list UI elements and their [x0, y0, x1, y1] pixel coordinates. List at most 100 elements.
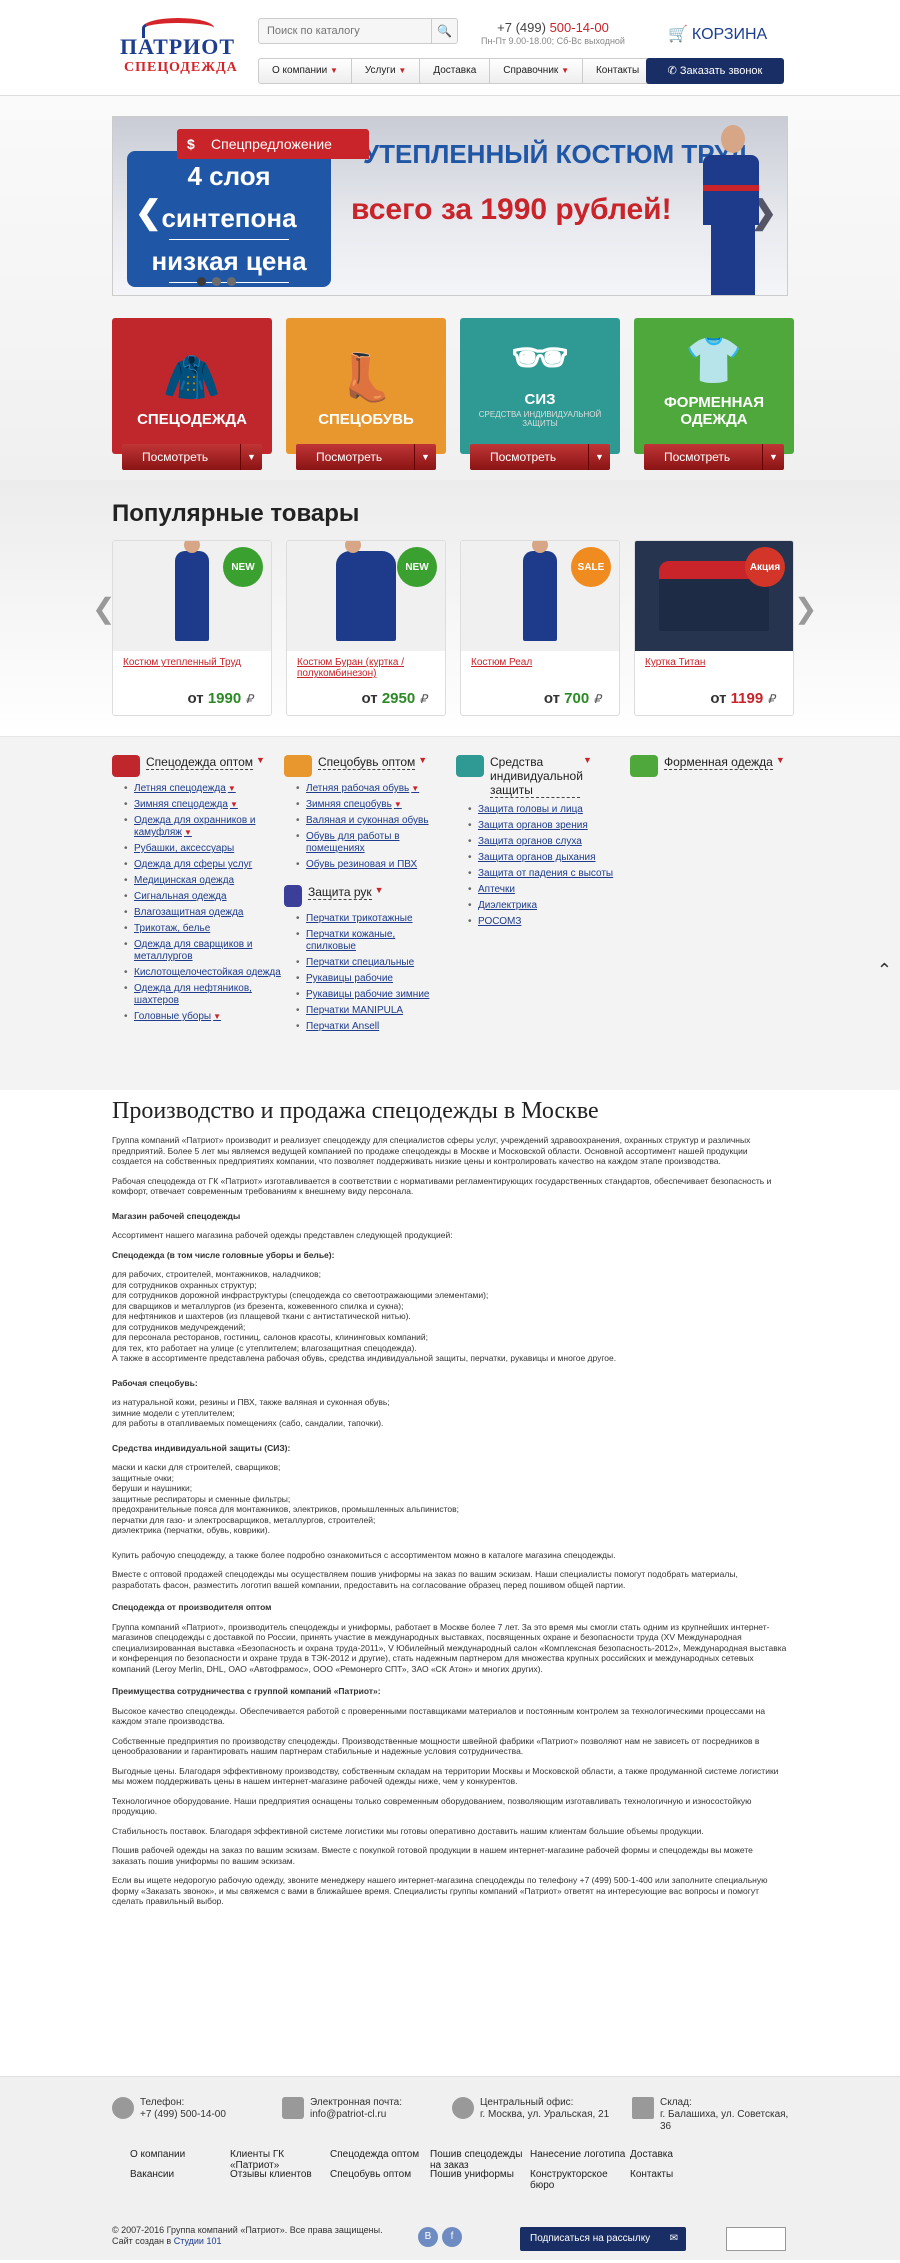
logo[interactable]: ПАТРИОТ СПЕЦОДЕЖДА [112, 16, 237, 78]
catalog-link[interactable]: Зимняя спецобувь▼ [296, 799, 444, 811]
footer-link[interactable]: Спецобувь оптом [330, 2169, 430, 2191]
catalog-link[interactable]: Кислотощелочестойкая одежда [124, 967, 282, 979]
search-input[interactable] [259, 19, 429, 43]
footer-link[interactable]: Спецодежда оптом [330, 2149, 430, 2171]
view-button[interactable]: Посмотреть ▼ [470, 444, 610, 470]
catalog-link[interactable]: Защита органов дыхания [468, 852, 616, 864]
catalog-link[interactable]: Защита органов зрения [468, 820, 616, 832]
list-line: диэлектрика (перчатки, обувь, коврики). [112, 1525, 270, 1535]
category-workwear[interactable]: 🧥 СПЕЦОДЕЖДА Посмотреть ▼ [112, 318, 272, 470]
catalog-link[interactable]: Защита от падения с высоты [468, 868, 616, 880]
category-ppe[interactable]: 🕶 СИЗ СРЕДСТВА ИНДИВИДУАЛЬНОЙ ЗАЩИТЫ Посмо… [460, 318, 620, 470]
catalog-link[interactable]: Летняя спецодежда▼ [124, 783, 282, 795]
view-button[interactable]: Посмотреть ▼ [644, 444, 784, 470]
catalog-link[interactable]: Рубашки, аксессуары [124, 843, 282, 855]
catalog-link[interactable]: Перчатки трикотажные [296, 913, 444, 925]
category-footwear[interactable]: 👢 СПЕЦОБУВЬ Посмотреть ▼ [286, 318, 446, 470]
studio-link[interactable]: Студии 101 [174, 2236, 222, 2246]
catalog-link[interactable]: Головные уборы▼ [124, 1011, 282, 1023]
catalog-link[interactable]: Перчатки Ansell [296, 1021, 444, 1033]
slider-dot[interactable] [227, 277, 236, 286]
nav-contacts[interactable]: Контакты [583, 59, 652, 83]
footer-link[interactable]: Отзывы клиентов [230, 2169, 330, 2191]
catalog-link[interactable]: Обувь резиновая и ПВХ [296, 859, 444, 871]
scroll-to-top-icon[interactable]: ⌃ [877, 960, 892, 981]
nav-reference[interactable]: Справочник ▼ [490, 59, 583, 83]
footer-link[interactable]: Контакты [630, 2169, 730, 2191]
facebook-icon[interactable]: f [442, 2227, 462, 2247]
slider-dot[interactable] [212, 277, 221, 286]
nav-services[interactable]: Услуги ▼ [352, 59, 421, 83]
catalog-link[interactable]: Одежда для сварщиков и металлургов [124, 939, 282, 963]
catalog-link[interactable]: Валяная и суконная обувь [296, 815, 444, 827]
footer-link[interactable]: Нанесение логотипа [530, 2149, 630, 2171]
catalog-link[interactable]: Сигнальная одежда [124, 891, 282, 903]
catalog-heading[interactable]: Форменная одежда [664, 755, 773, 770]
catalog-heading[interactable]: Спецобувь оптом [318, 755, 416, 770]
view-button[interactable]: Посмотреть ▼ [296, 444, 436, 470]
nav-delivery[interactable]: Доставка [420, 59, 491, 83]
footer-link[interactable]: Вакансии [130, 2169, 230, 2191]
product-name[interactable]: Куртка Титан [645, 657, 785, 668]
catalog-link[interactable]: Перчатки специальные [296, 957, 444, 969]
cart-link[interactable]: 🛒 КОРЗИНА [668, 24, 771, 44]
search-icon[interactable]: 🔍 [431, 19, 457, 43]
subheading: Магазин рабочей спецодежды [112, 1210, 241, 1221]
category-uniform[interactable]: 👕 ФОРМЕННАЯ ОДЕЖДА Посмотреть ▼ [634, 318, 794, 470]
footer-link[interactable]: О компании [130, 2149, 230, 2171]
catalog-link[interactable]: Летняя рабочая обувь▼ [296, 783, 444, 795]
catalog-link[interactable]: Трикотаж, белье [124, 923, 282, 935]
product-card[interactable]: SALE Костюм Реал от 700 ₽ [460, 540, 620, 716]
product-card[interactable]: NEW Костюм Буран (куртка / полукомбинезо… [286, 540, 446, 716]
footer-link[interactable]: Пошив спецодежды на заказ [430, 2149, 530, 2171]
product-name[interactable]: Костюм Реал [471, 657, 611, 668]
catalog-col-workwear: Спецодежда оптом ▼ Летняя спецодежда▼ Зимн… [112, 755, 282, 1027]
catalog-heading[interactable]: Защита рук [308, 885, 372, 900]
catalog-link[interactable]: Аптечки [468, 884, 616, 896]
footer-link[interactable]: Пошив униформы [430, 2169, 530, 2191]
slider-prev-icon[interactable]: ❮ [135, 193, 162, 231]
subheading: Спецодежда (в том числе головные уборы и… [112, 1249, 335, 1260]
catalog-link[interactable]: Защита органов слуха [468, 836, 616, 848]
product-name[interactable]: Костюм Буран (куртка / полукомбинезон) [297, 657, 437, 679]
catalog-link[interactable]: Диэлектрика [468, 900, 616, 912]
product-name[interactable]: Костюм утепленный Труд [123, 657, 263, 668]
catalog-link[interactable]: Медицинская одежда [124, 875, 282, 887]
footer-link[interactable]: Доставка [630, 2149, 730, 2171]
subscribe-button[interactable]: Подписаться на рассылку ✉ [520, 2227, 686, 2251]
promo-banner[interactable]: $ Спецпредложение 4 слоя синтепона низкая… [112, 116, 788, 296]
call-request-button[interactable]: ✆ Заказать звонок [646, 58, 784, 84]
catalog-link[interactable]: Влагозащитная одежда [124, 907, 282, 919]
product-card[interactable]: Акция Куртка Титан от 1199 ₽ [634, 540, 794, 716]
logo-top: ПАТРИОТ [120, 34, 236, 59]
product-price: от 700 ₽ [543, 690, 601, 707]
carousel-next-icon[interactable]: ❯ [794, 592, 817, 625]
catalog-link[interactable]: Защита головы и лица [468, 804, 616, 816]
visit-counter [726, 2227, 786, 2251]
footer-link[interactable]: Конструкторское бюро [530, 2169, 630, 2191]
shoes-list: из натуральной кожи, резины и ПВХ, также… [112, 1397, 788, 1429]
catalog-link[interactable]: Перчатки MANIPULA [296, 1005, 444, 1017]
catalog-link[interactable]: Зимняя спецодежда▼ [124, 799, 282, 811]
goggles-icon: 🕶 [510, 331, 570, 383]
catalog-link[interactable]: Перчатки кожаные, спилковые [296, 929, 444, 953]
catalog-heading[interactable]: Средства индивидуальной защиты [490, 755, 583, 798]
paragraph: Пошив рабочей одежды на заказ по вашим э… [112, 1845, 753, 1866]
catalog-link[interactable]: Обувь для работы в помещениях [296, 831, 444, 855]
catalog-link[interactable]: РОСОМЗ [468, 916, 616, 928]
chevron-down-icon: ▼ [411, 784, 420, 793]
vk-icon[interactable]: B [418, 2227, 438, 2247]
catalog-link[interactable]: Одежда для сферы услуг [124, 859, 282, 871]
phone-number[interactable]: 500-14-00 [550, 20, 609, 35]
footer-link[interactable]: Клиенты ГК «Патриот» [230, 2149, 330, 2171]
product-card[interactable]: NEW Костюм утепленный Труд от 1990 ₽ [112, 540, 272, 716]
slider-dot[interactable] [197, 277, 206, 286]
catalog-link[interactable]: Рукавицы рабочие [296, 973, 444, 985]
catalog-link[interactable]: Одежда для нефтяников, шахтеров [124, 983, 282, 1007]
subheading: Рабочая спецобувь: [112, 1377, 198, 1388]
nav-about[interactable]: О компании ▼ [259, 59, 352, 83]
catalog-link[interactable]: Рукавицы рабочие зимние [296, 989, 444, 1001]
catalog-heading[interactable]: Спецодежда оптом [146, 755, 254, 770]
catalog-link[interactable]: Одежда для охранников и камуфляж▼ [124, 815, 282, 839]
view-button[interactable]: Посмотреть ▼ [122, 444, 262, 470]
